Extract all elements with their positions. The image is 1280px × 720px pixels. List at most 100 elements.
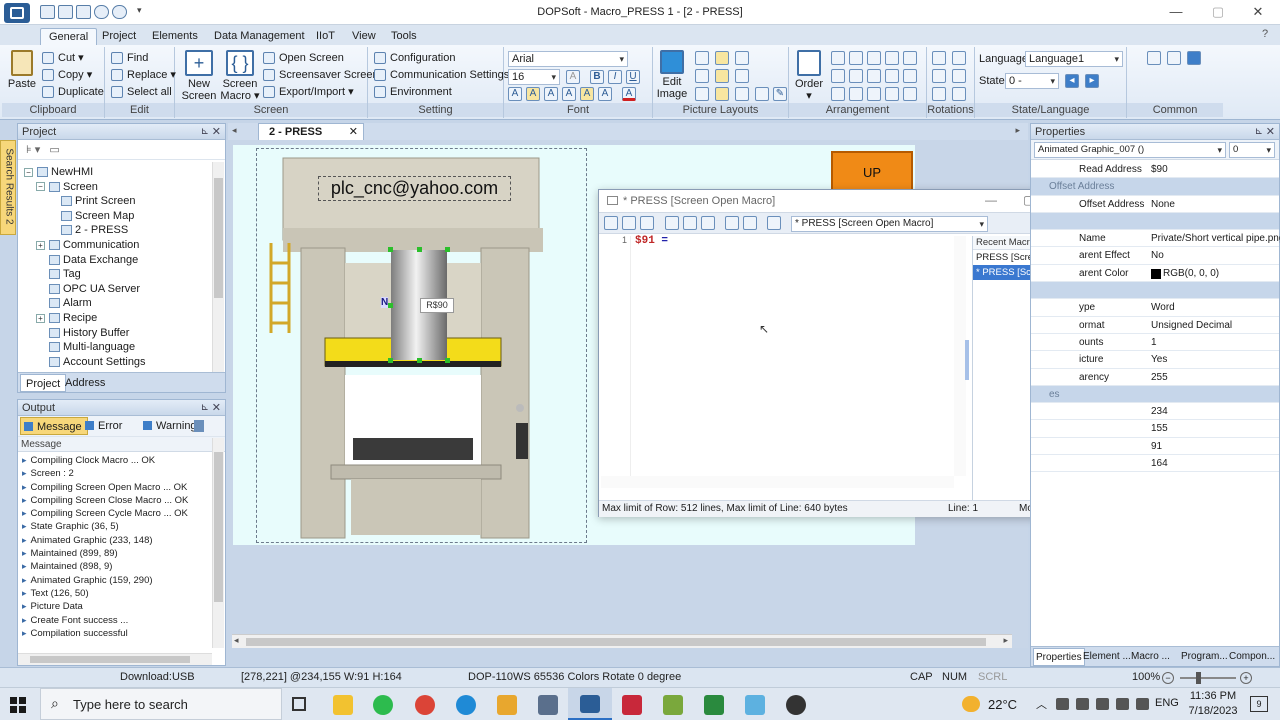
macro-paste-icon[interactable]: [701, 216, 715, 230]
output-line[interactable]: Compiling Screen Open Macro ... OK: [18, 481, 212, 494]
tree-expander-icon[interactable]: +: [36, 240, 45, 250]
macro-compile-icon[interactable]: [725, 216, 739, 230]
rotate-90-icon[interactable]: [932, 87, 946, 101]
macro-open-icon[interactable]: [604, 216, 618, 230]
volume-icon[interactable]: [1116, 698, 1129, 710]
wechat-icon[interactable]: [373, 695, 393, 715]
tab-macro[interactable]: Macro ...: [1131, 648, 1170, 665]
layout-7-icon[interactable]: [695, 87, 709, 101]
tree-expander-icon[interactable]: −: [24, 167, 33, 177]
layout-9-icon[interactable]: [735, 87, 749, 101]
calculator-icon[interactable]: [538, 695, 558, 715]
macro-check-icon[interactable]: [743, 216, 757, 230]
properties-index-select[interactable]: 0: [1229, 142, 1275, 158]
dopsoft-taskbar-button[interactable]: [568, 688, 612, 720]
tree-item[interactable]: Print Screen: [24, 194, 210, 209]
tree-item[interactable]: + Communication: [24, 238, 210, 253]
rotate-right-icon[interactable]: [952, 51, 966, 65]
macro-save-icon[interactable]: [622, 216, 636, 230]
tab-scroll-left-icon[interactable]: ◂: [232, 125, 237, 136]
distribute-h-icon[interactable]: [831, 69, 845, 83]
properties-object-select[interactable]: Animated Graphic_007 (): [1034, 142, 1226, 158]
flip-v-icon[interactable]: [952, 69, 966, 83]
rotate-180-icon[interactable]: [952, 87, 966, 101]
tree-expander-icon[interactable]: −: [36, 182, 45, 192]
align-right-icon[interactable]: [867, 51, 881, 65]
close-tab-icon[interactable]: ✕: [349, 124, 358, 140]
splitter-handle[interactable]: [965, 340, 969, 380]
property-section-header[interactable]: [1031, 212, 1279, 231]
property-row[interactable]: Offset Address None: [1031, 196, 1279, 213]
n-label[interactable]: N: [381, 297, 389, 308]
tab-properties[interactable]: Properties: [1033, 648, 1085, 666]
output-line[interactable]: State Graphic (36, 5): [18, 520, 212, 533]
tray-icon-2[interactable]: [1076, 698, 1089, 710]
project-scrollbar[interactable]: [212, 162, 224, 372]
tab-element[interactable]: Element ...: [1083, 648, 1131, 665]
property-row[interactable]: icture Yes: [1031, 351, 1279, 369]
rotate-left-icon[interactable]: [932, 51, 946, 65]
tree-item[interactable]: History Buffer: [24, 326, 210, 341]
text-style-1-icon[interactable]: A: [508, 87, 522, 101]
help-icon[interactable]: ?: [1262, 28, 1268, 40]
app-icon-5[interactable]: [497, 695, 517, 715]
output-scrollbar[interactable]: [212, 438, 224, 648]
layout-2-icon[interactable]: [715, 51, 729, 65]
language-select[interactable]: Language1: [1025, 51, 1123, 67]
state-select[interactable]: 0 -: [1005, 73, 1059, 89]
tree-item[interactable]: − NewHMI: [24, 165, 210, 180]
tab-view[interactable]: View: [344, 28, 384, 45]
order-button[interactable]: Order ▾: [792, 50, 826, 102]
property-row[interactable]: 155: [1031, 420, 1279, 438]
pencil-icon[interactable]: ✎: [773, 87, 787, 101]
minimize-icon[interactable]: —: [1156, 4, 1196, 20]
configuration-button[interactable]: Configuration: [374, 50, 455, 66]
filter-message-button[interactable]: Message: [20, 417, 88, 435]
notifications-icon[interactable]: 9: [1250, 696, 1268, 712]
italic-icon[interactable]: I: [608, 70, 622, 84]
property-section-header[interactable]: es: [1031, 385, 1279, 404]
canvas-hscrollbar[interactable]: ◂ ▸: [232, 634, 1012, 648]
property-section-header[interactable]: Offset Address: [1031, 178, 1279, 196]
property-row[interactable]: 234: [1031, 403, 1279, 421]
property-row[interactable]: arent Effect No: [1031, 247, 1279, 265]
tree-item[interactable]: − Screen: [24, 180, 210, 195]
bold-icon[interactable]: B: [590, 70, 604, 84]
text-style-5-icon[interactable]: A: [580, 87, 594, 101]
property-row[interactable]: ormat Unsigned Decimal: [1031, 317, 1279, 334]
property-row[interactable]: ype Word: [1031, 299, 1279, 317]
output-line[interactable]: Maintained (899, 89): [18, 547, 212, 560]
select-all-button[interactable]: Select all: [111, 84, 172, 100]
clock-time[interactable]: 11:36 PM: [1188, 690, 1238, 702]
tab-iiot[interactable]: IIoT: [308, 28, 343, 45]
tree-item[interactable]: OPC UA Server: [24, 282, 210, 297]
close-icon[interactable]: ✕: [1238, 4, 1278, 20]
editor-hscrollbar[interactable]: [601, 476, 954, 488]
task-view-icon[interactable]: [292, 697, 306, 711]
layout-3-icon[interactable]: [735, 51, 749, 65]
tree-item[interactable]: Account Settings: [24, 355, 210, 370]
tree-item[interactable]: Data Exchange: [24, 253, 210, 268]
same-width-icon[interactable]: [867, 69, 881, 83]
wifi-icon[interactable]: [1096, 698, 1109, 710]
output-line[interactable]: Animated Graphic (159, 290): [18, 574, 212, 587]
align-left-icon[interactable]: [831, 51, 845, 65]
tree-item[interactable]: Alarm: [24, 296, 210, 311]
layout-8-icon[interactable]: [715, 87, 729, 101]
tab-project[interactable]: Project: [94, 28, 144, 45]
align-center-icon[interactable]: [849, 51, 863, 65]
property-row[interactable]: Read Address $90: [1031, 161, 1279, 179]
property-row[interactable]: 91: [1031, 438, 1279, 456]
clock-date[interactable]: 7/18/2023: [1185, 705, 1241, 717]
chrome-icon[interactable]: [415, 695, 435, 715]
filter-error-button[interactable]: Error: [82, 417, 127, 435]
underline-icon[interactable]: U: [626, 70, 640, 84]
cut-button[interactable]: Cut ▾: [42, 50, 84, 66]
tree-item[interactable]: 2 - PRESS: [24, 223, 210, 238]
layout-5-icon[interactable]: [715, 69, 729, 83]
weather-icon[interactable]: [962, 696, 980, 712]
output-line[interactable]: Text (126, 50): [18, 587, 212, 600]
layout-4-icon[interactable]: [695, 69, 709, 83]
input-language[interactable]: ENG: [1155, 697, 1179, 709]
property-row[interactable]: 164: [1031, 455, 1279, 473]
